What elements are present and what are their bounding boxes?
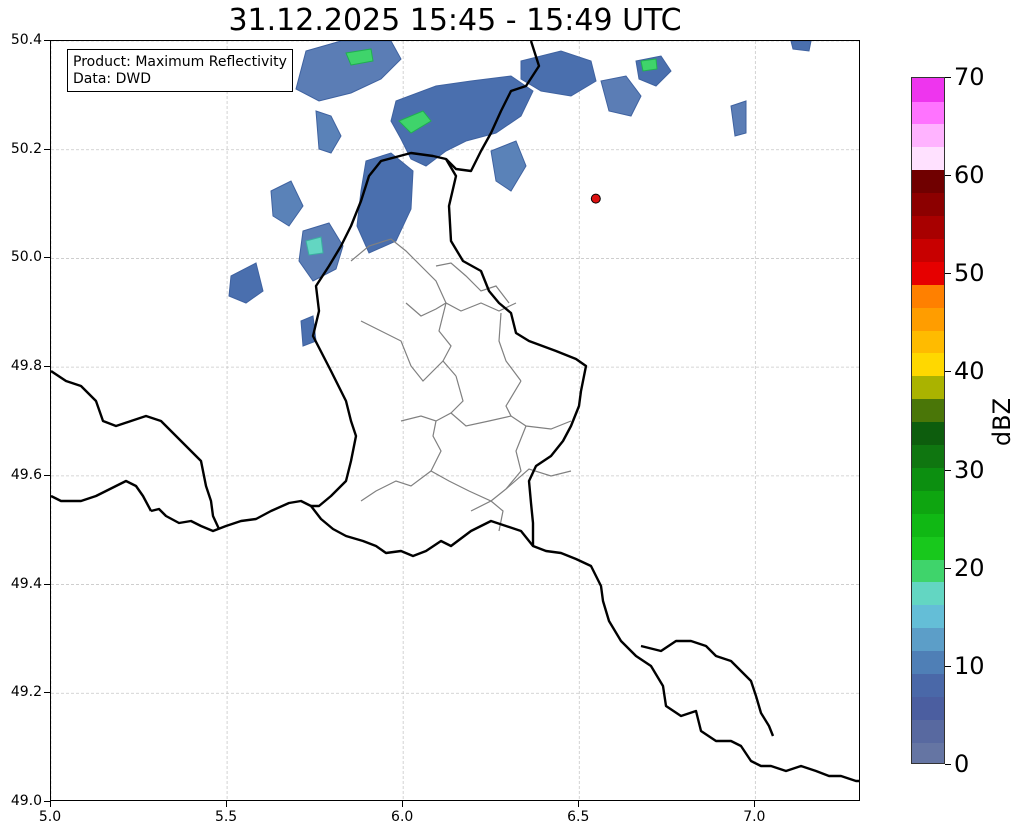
- colorbar-tick-mark: [945, 273, 951, 275]
- radar-echo-cluster: [490, 140, 527, 192]
- y-tick-mark: [44, 366, 50, 368]
- y-tick-mark: [44, 583, 50, 585]
- radar-echo-strong: [640, 58, 658, 72]
- colorbar-segment: [912, 421, 944, 445]
- radar-echo-cluster: [228, 262, 264, 304]
- colorbar-segment: [912, 513, 944, 537]
- colorbar-segment: [912, 375, 944, 400]
- colorbar-segment: [912, 192, 944, 216]
- y-tick-mark: [44, 692, 50, 694]
- colorbar-segment: [912, 650, 944, 674]
- colorbar-tick-mark: [945, 77, 951, 78]
- product-label: Product: Maximum Reflectivity: [73, 54, 287, 70]
- colorbar-segment: [912, 558, 944, 583]
- map-canvas: [51, 41, 859, 800]
- colorbar-segment: [912, 696, 944, 720]
- x-tick-label: 6.5: [567, 809, 590, 825]
- radar-echo-cluster: [730, 100, 747, 137]
- colorbar-segment: [912, 627, 944, 652]
- colorbar-segment: [912, 123, 944, 148]
- x-tick-label: 7.0: [743, 809, 766, 825]
- colorbar-segment: [912, 284, 944, 308]
- y-tick-label: 49.0: [10, 793, 42, 809]
- colorbar-segment: [912, 398, 944, 423]
- colorbar-tick-label: 10: [954, 651, 985, 680]
- colorbar-segment: [912, 604, 944, 629]
- data-source-label: Data: DWD: [73, 71, 151, 87]
- info-box: Product: Maximum Reflectivity Data: DWD: [67, 49, 293, 92]
- y-tick-label: 49.2: [10, 684, 42, 701]
- colorbar-segment: [912, 536, 944, 560]
- colorbar-segment: [912, 215, 944, 239]
- y-tick-mark: [44, 40, 50, 41]
- colorbar-tick-mark: [945, 371, 951, 373]
- colorbar-segment: [912, 329, 944, 354]
- colorbar-tick-label: 40: [954, 357, 985, 386]
- radar-echo-cluster: [270, 180, 304, 227]
- district-borders: [350, 238, 572, 532]
- radar-echo-cluster: [295, 41, 402, 102]
- x-tick-label: 6.0: [391, 809, 414, 825]
- y-tick-label: 49.8: [10, 358, 42, 375]
- radar-echo-cluster: [520, 50, 597, 97]
- colorbar-segment: [912, 719, 944, 743]
- radar-map: [50, 40, 860, 801]
- colorbar-segment: [912, 307, 944, 331]
- y-tick-label: 49.4: [10, 575, 42, 592]
- colorbar-segment: [912, 238, 944, 262]
- colorbar-segment: [912, 444, 944, 468]
- y-tick-label: 50.2: [10, 140, 42, 157]
- x-tick-mark: [754, 801, 756, 807]
- x-tick-label: 5.0: [38, 809, 62, 825]
- colorbar-tick-label: 50: [954, 259, 985, 288]
- colorbar-tick-label: 60: [954, 161, 985, 190]
- radar-echo-cluster: [315, 110, 342, 154]
- y-tick-label: 49.6: [10, 466, 42, 483]
- x-tick-mark: [226, 801, 228, 807]
- colorbar-segment: [912, 78, 944, 102]
- colorbar-tick-label: 20: [954, 553, 985, 582]
- radar-echo-cluster: [790, 41, 812, 52]
- y-tick-label: 50.0: [10, 249, 42, 266]
- colorbar-segment: [912, 169, 944, 194]
- y-tick-label: 50.4: [10, 32, 42, 48]
- colorbar-segment: [912, 467, 944, 491]
- x-tick-label: 5.5: [214, 809, 238, 825]
- colorbar-label: dBZ: [988, 397, 1016, 447]
- colorbar-tick-mark: [945, 665, 951, 667]
- colorbar-tick-mark: [945, 469, 951, 471]
- colorbar-tick-mark: [945, 764, 951, 765]
- radar-echo-cluster: [356, 152, 414, 254]
- colorbar-segment: [912, 673, 944, 697]
- gridlines: [51, 41, 859, 800]
- radar-echo-cluster: [600, 75, 642, 117]
- colorbar-segment: [912, 352, 944, 377]
- colorbar-tick-label: 0: [954, 750, 970, 778]
- station-marker: [590, 193, 601, 204]
- colorbar-tick-label: 30: [954, 455, 985, 484]
- x-tick-mark: [578, 801, 580, 807]
- y-tick-mark: [44, 148, 50, 150]
- colorbar-tick-mark: [945, 175, 951, 177]
- map-title: 31.12.2025 15:45 - 15:49 UTC: [228, 3, 682, 38]
- colorbar: [911, 77, 945, 764]
- y-tick-mark: [44, 474, 50, 476]
- colorbar-segment: [912, 146, 944, 171]
- colorbar-tick-label: 70: [954, 63, 985, 91]
- colorbar-tick-mark: [945, 567, 951, 569]
- colorbar-segment: [912, 581, 944, 606]
- colorbar-segment: [912, 261, 944, 285]
- x-tick-mark: [50, 801, 51, 807]
- colorbar-segment: [912, 742, 944, 763]
- colorbar-segment: [912, 100, 944, 125]
- x-tick-mark: [402, 801, 404, 807]
- country-borders: [51, 41, 859, 783]
- y-tick-mark: [44, 257, 50, 259]
- colorbar-segment: [912, 490, 944, 514]
